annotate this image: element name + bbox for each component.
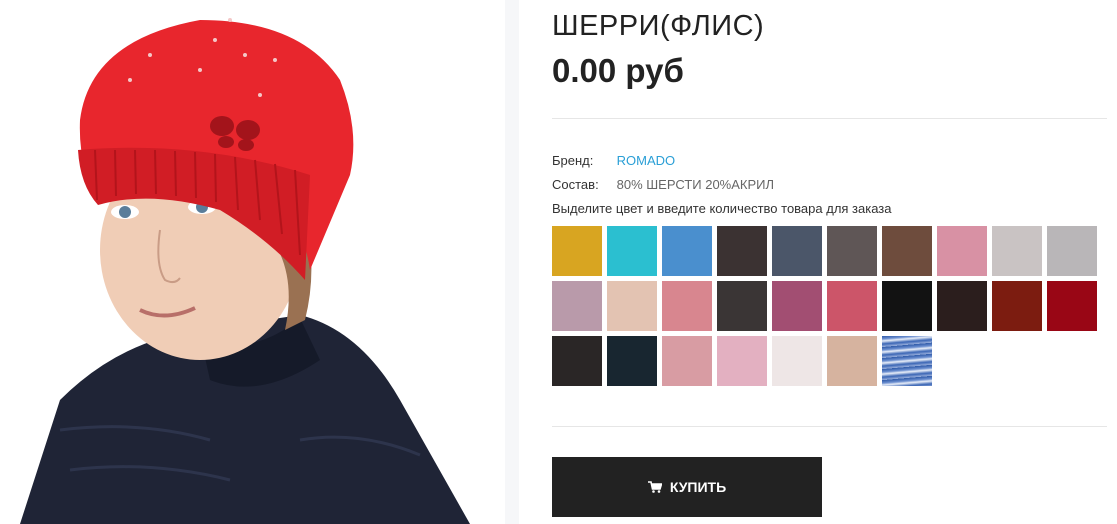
color-swatch[interactable] (992, 281, 1042, 331)
product-photo (0, 0, 505, 524)
product-title: ШЕРРИ(ФЛИС) (552, 10, 765, 42)
composition-value: 80% ШЕРСТИ 20%АКРИЛ (616, 177, 775, 192)
buy-button[interactable]: КУПИТЬ (552, 457, 822, 517)
color-swatch[interactable] (937, 226, 987, 276)
color-swatch[interactable] (552, 226, 602, 276)
color-swatch[interactable] (772, 226, 822, 276)
color-instruction: Выделите цвет и введите количество товар… (552, 201, 892, 216)
color-swatch[interactable] (1047, 281, 1097, 331)
color-swatch[interactable] (607, 336, 657, 386)
color-swatch[interactable] (717, 336, 767, 386)
color-swatch[interactable] (882, 281, 932, 331)
brand-row: Бренд: ROMADO (552, 153, 675, 168)
color-swatch[interactable] (717, 226, 767, 276)
color-swatch[interactable] (827, 281, 877, 331)
color-swatch[interactable] (882, 336, 932, 386)
divider (552, 118, 1107, 119)
brand-label: Бренд: (552, 153, 594, 168)
color-swatch[interactable] (607, 281, 657, 331)
color-swatch[interactable] (827, 226, 877, 276)
product-info: ШЕРРИ(ФЛИС) 0.00 руб Бренд: ROMADO Соста… (552, 0, 1107, 524)
buy-button-label: КУПИТЬ (669, 479, 727, 495)
cart-icon (647, 481, 662, 493)
color-swatch[interactable] (882, 226, 932, 276)
color-swatch[interactable] (662, 226, 712, 276)
divider (552, 426, 1107, 427)
column-divider (505, 0, 519, 524)
color-swatch[interactable] (827, 336, 877, 386)
color-swatch[interactable] (937, 281, 987, 331)
color-swatch[interactable] (772, 336, 822, 386)
color-swatch[interactable] (607, 226, 657, 276)
color-swatch[interactable] (552, 281, 602, 331)
color-swatch[interactable] (772, 281, 822, 331)
color-swatch[interactable] (717, 281, 767, 331)
color-swatch[interactable] (992, 226, 1042, 276)
composition-label: Состав: (552, 177, 599, 192)
model-wearing-hat-image (0, 0, 505, 524)
color-swatch[interactable] (552, 336, 602, 386)
color-swatch[interactable] (662, 281, 712, 331)
color-swatch[interactable] (662, 336, 712, 386)
product-price: 0.00 руб (552, 52, 684, 89)
brand-link[interactable]: ROMADO (617, 153, 676, 168)
composition-row: Состав: 80% ШЕРСТИ 20%АКРИЛ (552, 177, 774, 192)
color-swatch[interactable] (1047, 226, 1097, 276)
